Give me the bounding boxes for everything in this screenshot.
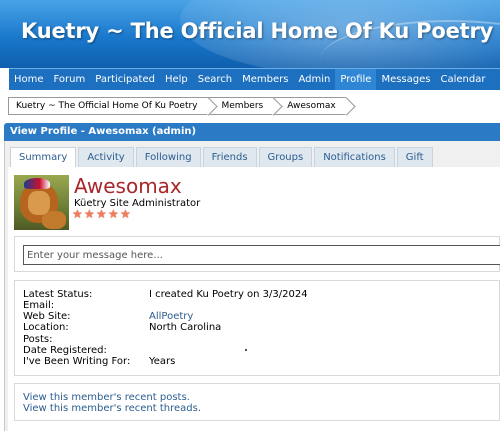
profile-info: Latest Status: I created Ku Poetry on 3/… [14,280,500,376]
avatar [14,175,69,230]
message-box [14,236,500,272]
breadcrumb-current: Awesomax [273,97,346,115]
tab-following[interactable]: Following [135,147,201,167]
nav-calendar[interactable]: Calendar [435,69,490,90]
nav-home[interactable]: Home [9,69,49,90]
star-rating: ★ ★ ★ ★ ★ [72,208,132,220]
message-input[interactable] [23,245,500,265]
main-nav: Home Forum Participated Help Search Memb… [9,68,500,90]
star-icon: ★ [72,207,83,221]
site-banner: Kuetry ~ The Official Home Of Ku Poetry [0,0,500,68]
recent-threads-link[interactable]: View this member's recent threads. [23,403,201,415]
tab-groups[interactable]: Groups [258,147,313,167]
writing-label: I've Been Writing For: [23,356,131,367]
tab-summary[interactable]: Summary [10,147,77,168]
stray-dot [245,349,247,351]
writing-value: Years [149,356,176,367]
tab-notifications[interactable]: Notifications [314,147,395,167]
nav-admin[interactable]: Admin [293,69,335,90]
nav-search[interactable]: Search [193,69,237,90]
nav-forum[interactable]: Forum [49,69,91,90]
star-icon: ★ [96,207,107,221]
breadcrumb-home[interactable]: Kuetry ~ The Official Home Of Ku Poetry [8,97,208,115]
star-icon: ★ [84,207,95,221]
nav-messages[interactable]: Messages [376,69,435,90]
tab-friends[interactable]: Friends [202,147,257,167]
location-value: North Carolina [149,322,222,333]
member-links: View this member's recent posts. View th… [14,383,500,421]
nav-members[interactable]: Members [237,69,293,90]
location-label: Location: [23,322,69,333]
tab-gift[interactable]: Gift [396,147,433,167]
breadcrumb: Kuetry ~ The Official Home Of Ku Poetry … [8,97,346,115]
profile-header: View Profile - Awesomax (admin) [4,123,500,141]
nav-participated[interactable]: Participated [90,69,160,90]
profile-tabs: Summary Activity Following Friends Group… [10,147,435,168]
star-icon: ★ [108,207,119,221]
profile-username: Awesomax [74,174,182,198]
status-value: I created Ku Poetry on 3/3/2024 [149,289,308,300]
star-icon: ★ [120,207,131,221]
nav-help[interactable]: Help [160,69,193,90]
nav-profile[interactable]: Profile [335,69,377,90]
site-title[interactable]: Kuetry ~ The Official Home Of Ku Poetry [21,19,493,43]
tab-activity[interactable]: Activity [78,147,134,167]
